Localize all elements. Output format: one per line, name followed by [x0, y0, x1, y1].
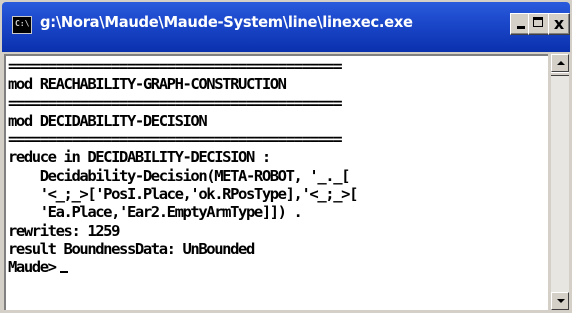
scroll-up-button[interactable]: [551, 54, 569, 72]
scroll-thumb[interactable]: [551, 72, 569, 76]
console-app-icon[interactable]: C:\: [12, 16, 32, 34]
title-bar[interactable]: C:\ g:\Nora\Maude\Maude-System\line\line…: [2, 2, 570, 52]
text-cursor: [59, 271, 68, 274]
prompt-line[interactable]: Maude>: [8, 258, 357, 276]
console-output[interactable]: ========================================…: [4, 54, 548, 310]
close-icon: x: [553, 14, 565, 33]
vertical-scrollbar[interactable]: [551, 54, 569, 310]
window-title: g:\Nora\Maude\Maude-System\line\linexec.…: [40, 13, 413, 31]
scroll-down-button[interactable]: [551, 292, 569, 310]
close-button[interactable]: x: [548, 13, 570, 35]
console-line: '<_;_>['PosI.Place,'ok.RPosType],'<_;_>[: [8, 185, 359, 204]
scroll-down-arrow-icon: [557, 299, 565, 303]
prompt-label: Maude>: [8, 258, 57, 277]
maximize-icon: [529, 14, 549, 34]
console-line: result BoundnessData: UnBounded: [8, 239, 255, 258]
console-line: Decidability-Decision(META-ROBOT, '_._[: [8, 166, 351, 185]
console-line: ========================================…: [8, 130, 343, 149]
console-line: rewrites: 1259: [8, 221, 120, 240]
console-line: ========================================…: [8, 93, 343, 112]
console-app-icon-text: C:\: [15, 19, 30, 28]
console-line: mod REACHABILITY-GRAPH-CONSTRUCTION: [8, 75, 287, 94]
scroll-up-arrow-icon: [557, 61, 565, 65]
maximize-button[interactable]: [528, 13, 550, 35]
console-lines: ========================================…: [8, 57, 359, 277]
console-window: C:\ g:\Nora\Maude\Maude-System\line\line…: [0, 0, 572, 313]
console-line: mod DECIDABILITY-DECISION: [8, 111, 208, 130]
console-line: 'Ea.Place,'Ear2.EmptyArmType]]) .: [8, 203, 303, 222]
console-line: ========================================…: [8, 57, 343, 75]
console-line: reduce in DECIDABILITY-DECISION :: [8, 148, 271, 167]
